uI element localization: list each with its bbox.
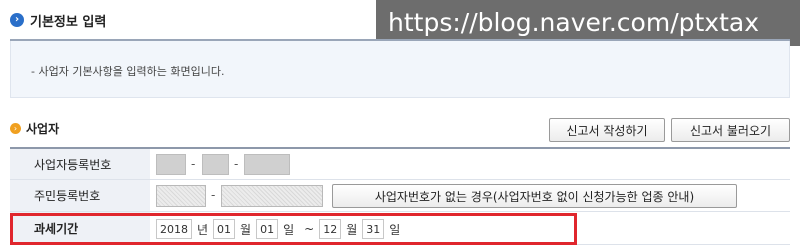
load-report-button[interactable]: 신고서 불러오기 [671, 118, 790, 142]
separator: - [234, 157, 239, 171]
business-number-part3[interactable] [244, 154, 290, 175]
no-business-number-button[interactable]: 사업자번호가 없는 경우(사업자번호 없이 신청가능한 업종 안내) [332, 184, 737, 208]
arrow-right-icon: › [10, 13, 24, 27]
business-number-part2[interactable] [202, 154, 229, 175]
section-title: 사업자 [26, 122, 60, 136]
separator: - [191, 157, 196, 171]
page-header: › 기본정보 입력 [10, 10, 106, 30]
resident-number-label: 주민등록번호 [10, 180, 150, 211]
highlight-box [10, 213, 577, 245]
notice-text: - 사업자 기본사항을 입력하는 화면입니다. [31, 65, 225, 78]
write-report-button[interactable]: 신고서 작성하기 [549, 118, 665, 142]
resident-number-front[interactable] [156, 185, 206, 207]
resident-number-row: 주민등록번호 - 사업자번호가 없는 경우(사업자번호 없이 신청가능한 업종 … [10, 180, 790, 212]
page-title: 기본정보 입력 [30, 14, 107, 30]
section-header: › 사업자 [10, 120, 59, 137]
bullet-icon: › [10, 123, 21, 134]
business-number-label: 사업자등록번호 [10, 149, 150, 179]
notice-box: - 사업자 기본사항을 입력하는 화면입니다. [10, 41, 790, 98]
business-number-row: 사업자등록번호 - - [10, 149, 790, 180]
resident-number-back[interactable] [221, 185, 323, 207]
separator: - [211, 188, 216, 202]
business-number-part1[interactable] [156, 154, 186, 175]
